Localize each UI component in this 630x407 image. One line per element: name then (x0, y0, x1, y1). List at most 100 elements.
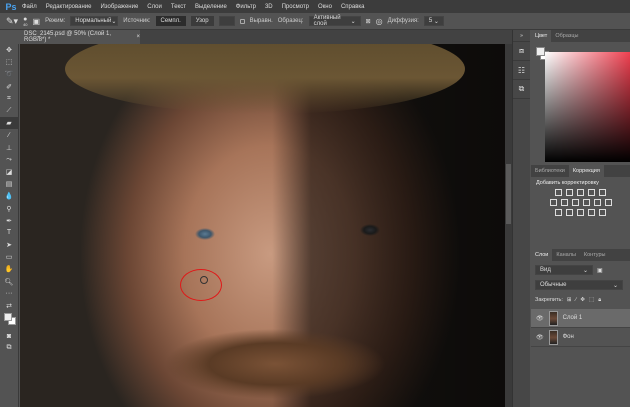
tab-libraries[interactable]: Библиотеки (531, 165, 569, 177)
eyedropper-tool-icon[interactable]: ⟋ (0, 105, 18, 117)
lock-pixels-icon[interactable]: ∕ (575, 297, 576, 303)
swap-colors-icon[interactable]: ⇄ (0, 300, 18, 312)
brush-tool-icon[interactable]: ∕ (0, 129, 18, 141)
mode-select[interactable]: Нормальный ⌄ (70, 16, 119, 26)
menu-select[interactable]: Выделение (195, 4, 227, 10)
history-brush-tool-icon[interactable]: ⤳ (0, 154, 18, 166)
adjustments-panel-tabs: Библиотеки Коррекция (531, 165, 630, 177)
path-select-tool-icon[interactable]: ➤ (0, 239, 18, 251)
menu-file[interactable]: Файл (22, 4, 37, 10)
blend-mode-select[interactable]: Обычные ⌄ (535, 280, 623, 290)
exposure-icon[interactable] (588, 189, 595, 196)
visibility-eye-icon[interactable]: 👁︎ (536, 315, 544, 322)
layer-name: Фон (562, 334, 574, 340)
document-tab[interactable]: DSC_2145.psd @ 50% (Слой 1, RGB/8*) * × (20, 30, 140, 44)
aligned-label: Выравн. (249, 18, 273, 24)
properties-panel-icon[interactable]: ☷ (513, 61, 530, 80)
pressure-icon[interactable]: ◎ (376, 17, 383, 26)
brightness-icon[interactable] (555, 189, 562, 196)
photo-filter-icon[interactable] (582, 199, 590, 206)
ignore-adjustment-icon[interactable]: ⊠ (366, 18, 371, 25)
lock-position-icon[interactable]: ✥ (580, 297, 585, 303)
image-filter-icon[interactable]: ▣ (597, 267, 603, 274)
gradient-tool-icon[interactable]: ▤ (0, 178, 18, 190)
source-pattern-button[interactable]: Узор (190, 16, 214, 26)
levels-icon[interactable] (566, 189, 573, 196)
tab-channels[interactable]: Каналы (552, 249, 580, 261)
source-label: Источник: (123, 18, 151, 24)
tab-paths[interactable]: Контуры (580, 249, 610, 261)
eraser-tool-icon[interactable]: ◪ (0, 166, 18, 178)
black-white-icon[interactable] (571, 199, 579, 206)
lock-all-icon[interactable]: 🔒︎ (598, 297, 601, 304)
menu-3d[interactable]: 3D (265, 4, 273, 10)
screen-mode-icon[interactable]: ⧉ (0, 342, 18, 354)
document-canvas[interactable] (20, 44, 505, 407)
visibility-eye-icon[interactable]: 👁︎ (536, 334, 544, 341)
vertical-scrollbar[interactable] (505, 44, 512, 407)
lock-transparency-icon[interactable]: ⊞ (567, 297, 572, 303)
brush-picker[interactable]: ● 40 (23, 16, 27, 27)
rectangle-tool-icon[interactable]: ▭ (0, 251, 18, 263)
type-tool-icon[interactable]: T (0, 227, 18, 239)
curves-icon[interactable] (577, 189, 584, 196)
sample-select[interactable]: Активный слой ⌄ (308, 15, 361, 27)
color-picker-field[interactable] (545, 52, 630, 162)
source-sampled-button[interactable]: Семпл. (155, 16, 186, 26)
brush-settings-icon[interactable]: ▣ (33, 17, 41, 26)
scrollbar-thumb[interactable] (506, 164, 511, 224)
more-tools-icon[interactable]: ··· (0, 288, 18, 300)
layer-row[interactable]: 👁︎ Слой 1 (531, 309, 630, 328)
channel-mixer-icon[interactable] (593, 199, 601, 206)
quick-select-tool-icon[interactable]: ✐ (0, 81, 18, 93)
marquee-tool-icon[interactable]: ⬚ (0, 56, 18, 68)
zoom-tool-icon[interactable]: 🔍︎ (0, 276, 18, 288)
tab-color[interactable]: Цвет (531, 30, 552, 42)
lasso-tool-icon[interactable]: ➰ (0, 68, 18, 80)
foreground-color[interactable] (536, 47, 545, 56)
layer-row[interactable]: 👁︎ Фон (531, 328, 630, 347)
vibrance-icon[interactable] (599, 189, 606, 196)
posterize-icon[interactable] (566, 209, 573, 216)
invert-icon[interactable] (555, 209, 562, 216)
lock-label: Закрепить: (535, 297, 563, 303)
pattern-picker[interactable] (218, 16, 235, 26)
menu-view[interactable]: Просмотр (282, 4, 309, 10)
tab-layers[interactable]: Слои (531, 249, 553, 261)
close-icon[interactable]: × (136, 34, 140, 40)
menu-edit[interactable]: Редактирование (46, 4, 92, 10)
menu-image[interactable]: Изображение (100, 4, 138, 10)
move-tool-icon[interactable]: ✥ (0, 44, 18, 56)
crop-tool-icon[interactable]: ⌗ (0, 93, 18, 105)
clone-source-panel-icon[interactable]: ⧉ (513, 80, 530, 99)
blur-tool-icon[interactable]: 💧 (0, 190, 18, 202)
selective-color-icon[interactable] (588, 209, 595, 216)
healing-brush-tool-preset-icon[interactable]: ✎▾ (6, 16, 18, 27)
menu-type[interactable]: Текст (171, 4, 186, 10)
lock-artboard-icon[interactable]: ⬚ (589, 297, 594, 303)
clone-stamp-tool-icon[interactable]: ⊥ (0, 142, 18, 154)
color-balance-icon[interactable] (560, 199, 568, 206)
menu-help[interactable]: Справка (341, 4, 365, 10)
pen-tool-icon[interactable]: ✒ (0, 215, 18, 227)
hue-saturation-icon[interactable] (549, 199, 557, 206)
menu-window[interactable]: Окно (318, 4, 332, 10)
collapse-icon[interactable]: » (513, 30, 530, 42)
layer-filter-select[interactable]: Вид ⌄ (535, 265, 593, 275)
hand-tool-icon[interactable]: ✋ (0, 263, 18, 275)
quick-mask-icon[interactable]: ◙ (0, 330, 18, 342)
gradient-map-icon[interactable] (599, 209, 606, 216)
menu-layers[interactable]: Слои (147, 4, 162, 10)
color-lookup-icon[interactable] (604, 199, 612, 206)
panel-dock: » ⧈ ☷ ⧉ (512, 30, 530, 407)
color-swatches[interactable] (0, 312, 18, 330)
tab-adjustments[interactable]: Коррекция (568, 165, 604, 177)
healing-brush-tool-icon[interactable]: ▰ (0, 117, 18, 130)
diffusion-select[interactable]: 5 ⌄ (423, 16, 444, 26)
tab-swatches[interactable]: Образцы (551, 30, 582, 42)
threshold-icon[interactable] (577, 209, 584, 216)
history-panel-icon[interactable]: ⧈ (513, 42, 530, 61)
aligned-checkbox[interactable] (239, 18, 245, 24)
dodge-tool-icon[interactable]: ⚲ (0, 202, 18, 214)
menu-filter[interactable]: Фильтр (236, 4, 256, 10)
